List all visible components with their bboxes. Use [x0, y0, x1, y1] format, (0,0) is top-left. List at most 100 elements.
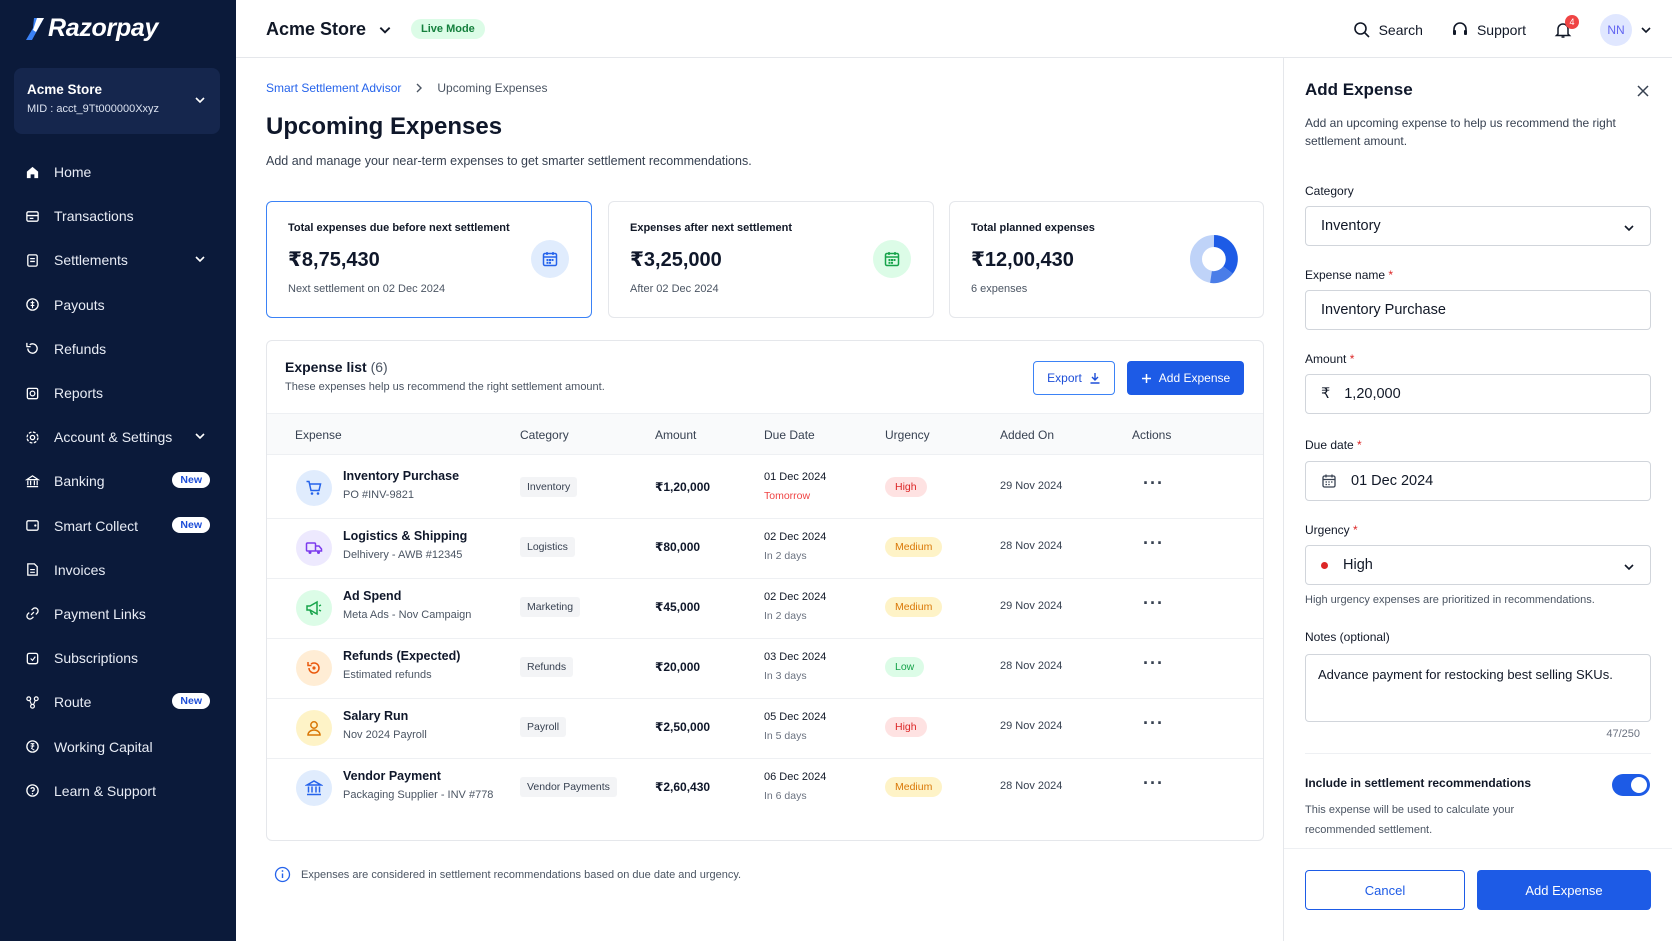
urgency-badge: Medium [885, 597, 943, 617]
sidebar-item-subscriptions[interactable]: Subscriptions [0, 636, 236, 680]
sidebar-item-working-capital[interactable]: Working Capital [0, 724, 236, 768]
plus-icon [1141, 373, 1151, 383]
bank-icon [24, 473, 40, 489]
sidebar-item-route[interactable]: Route New [0, 680, 236, 724]
expense-name-field[interactable]: Inventory Purchase [1305, 290, 1651, 330]
amount-label-text: Amount [1305, 352, 1347, 366]
chevron-down-icon[interactable] [378, 23, 392, 37]
category-tag: Inventory [520, 477, 578, 497]
sidebar-item-label: Subscriptions [54, 650, 139, 667]
chevron-down-icon [1624, 225, 1634, 232]
live-mode-badge: Live Mode [411, 19, 485, 39]
store-switcher[interactable]: Acme Store MID : acct_9Tt000000Xxyz [14, 68, 220, 134]
footnote: Expenses are considered in settlement re… [274, 866, 741, 883]
sidebar-item-label: Transactions [54, 208, 134, 225]
sidebar-item-label: Working Capital [54, 738, 153, 755]
table-row[interactable]: Inventory Purchase PO #INV-9821 Inventor… [267, 455, 1263, 519]
add-expense-button[interactable]: Add Expense [1127, 361, 1244, 395]
table-row[interactable]: Refunds (Expected) Estimated refunds Ref… [267, 635, 1263, 699]
include-label: Include in settlement recommendations [1305, 776, 1532, 790]
sidebar-nav: Home Transactions Settlements Payouts Re… [0, 150, 236, 813]
chevron-down-icon [195, 256, 205, 263]
store-mid: MID : acct_9Tt000000Xxyz [27, 103, 160, 115]
added-on: 28 Nov 2024 [1000, 540, 1063, 552]
sidebar-item-invoices[interactable]: Invoices [0, 548, 236, 592]
profile-menu[interactable]: NN [1600, 14, 1652, 46]
sidebar-item-smart-collect[interactable]: Smart Collect New [0, 504, 236, 548]
row-actions-button[interactable]: ··· [1143, 713, 1164, 734]
sidebar-item-transactions[interactable]: Transactions [0, 194, 236, 238]
sidebar-item-banking[interactable]: Banking New [0, 459, 236, 503]
added-on: 28 Nov 2024 [1000, 660, 1063, 672]
sidebar-item-settlements[interactable]: Settlements [0, 238, 236, 282]
breadcrumb-parent-link[interactable]: Smart Settlement Advisor [266, 81, 401, 95]
due-date-picker[interactable]: 01 Dec 2024 [1305, 461, 1651, 501]
cart-icon [296, 470, 332, 506]
required-marker: * [1388, 268, 1394, 282]
category-tag: Marketing [520, 597, 581, 617]
submit-add-expense-button[interactable]: Add Expense [1477, 870, 1651, 910]
table-row[interactable]: Vendor Payment Packaging Supplier - INV … [267, 755, 1263, 819]
sidebar-item-payouts[interactable]: Payouts [0, 283, 236, 327]
brand-logo[interactable]: Razorpay [26, 14, 158, 43]
new-badge: New [172, 693, 210, 710]
top-bar: Acme Store Live Mode Search Support 4 NN [236, 0, 1672, 58]
sidebar-item-refunds[interactable]: Refunds [0, 327, 236, 371]
expense-list-title-text: Expense list [285, 359, 367, 375]
row-actions-button[interactable]: ··· [1143, 473, 1164, 494]
sidebar-item-payment-links[interactable]: Payment Links [0, 592, 236, 636]
sidebar-item-label: Refunds [54, 340, 107, 357]
char-count: 47/250 [1606, 728, 1640, 740]
card-label: Total expenses due before next settlemen… [288, 222, 510, 234]
sidebar-item-home[interactable]: Home [0, 150, 236, 194]
page-title: Upcoming Expenses [266, 113, 503, 140]
amount-label: Amount * [1305, 352, 1354, 366]
search-button[interactable]: Search [1353, 21, 1423, 39]
summary-card-after-settlement[interactable]: Expenses after next settlement ₹3,25,000… [608, 201, 934, 318]
row-actions-button[interactable]: ··· [1143, 533, 1164, 554]
card-sub: 6 expenses [971, 283, 1028, 295]
sidebar-item-reports[interactable]: Reports [0, 371, 236, 415]
route-icon [24, 694, 40, 710]
sidebar-item-label: Learn & Support [54, 782, 156, 799]
info-icon [274, 866, 291, 883]
expense-name: Inventory Purchase [343, 469, 460, 483]
sidebar-item-label: Route [54, 694, 92, 711]
include-toggle[interactable] [1612, 774, 1650, 796]
smart-collect-icon [24, 518, 40, 534]
urgency-select[interactable]: High [1305, 545, 1651, 585]
notes-textarea[interactable]: Advance payment for restocking best sell… [1305, 654, 1651, 722]
sidebar-item-label: Payouts [54, 296, 105, 313]
chevron-down-icon [195, 97, 205, 104]
support-button[interactable]: Support [1451, 21, 1526, 39]
sidebar-item-account-settings[interactable]: Account & Settings [0, 415, 236, 459]
sidebar-item-label: Account & Settings [54, 429, 173, 446]
store-selector[interactable]: Acme Store [266, 19, 366, 40]
amount-value: 1,20,000 [1344, 386, 1401, 402]
category-value: Inventory [1321, 218, 1381, 234]
expense-sub: Estimated refunds [343, 669, 432, 681]
sidebar-item-learn-support[interactable]: Learn & Support [0, 769, 236, 813]
summary-card-before-settlement[interactable]: Total expenses due before next settlemen… [266, 201, 592, 318]
cancel-button[interactable]: Cancel [1305, 870, 1465, 910]
amount-field[interactable]: ₹ 1,20,000 [1305, 374, 1651, 414]
table-row[interactable]: Ad Spend Meta Ads - Nov Campaign Marketi… [267, 575, 1263, 639]
category-select[interactable]: Inventory [1305, 206, 1651, 246]
due-date-label-text: Due date [1305, 438, 1354, 452]
notifications-button[interactable]: 4 [1554, 15, 1579, 39]
row-actions-button[interactable]: ··· [1143, 773, 1164, 794]
urgency-label: Urgency * [1305, 523, 1358, 537]
summary-card-total-planned[interactable]: Total planned expenses ₹12,00,430 6 expe… [949, 201, 1264, 318]
export-button[interactable]: Export [1033, 361, 1115, 395]
category-tag: Logistics [520, 537, 575, 557]
close-icon[interactable] [1636, 84, 1650, 98]
category-tag: Payroll [520, 717, 567, 737]
table-row[interactable]: Salary Run Nov 2024 Payroll Payroll ₹2,5… [267, 695, 1263, 759]
subscriptions-icon [24, 650, 40, 666]
table-row[interactable]: Logistics & Shipping Delhivery - AWB #12… [267, 515, 1263, 579]
refunds-icon [24, 341, 40, 357]
row-actions-button[interactable]: ··· [1143, 593, 1164, 614]
row-actions-button[interactable]: ··· [1143, 653, 1164, 674]
urgency-badge: High [885, 477, 927, 497]
urgency-badge: Low [885, 657, 925, 677]
